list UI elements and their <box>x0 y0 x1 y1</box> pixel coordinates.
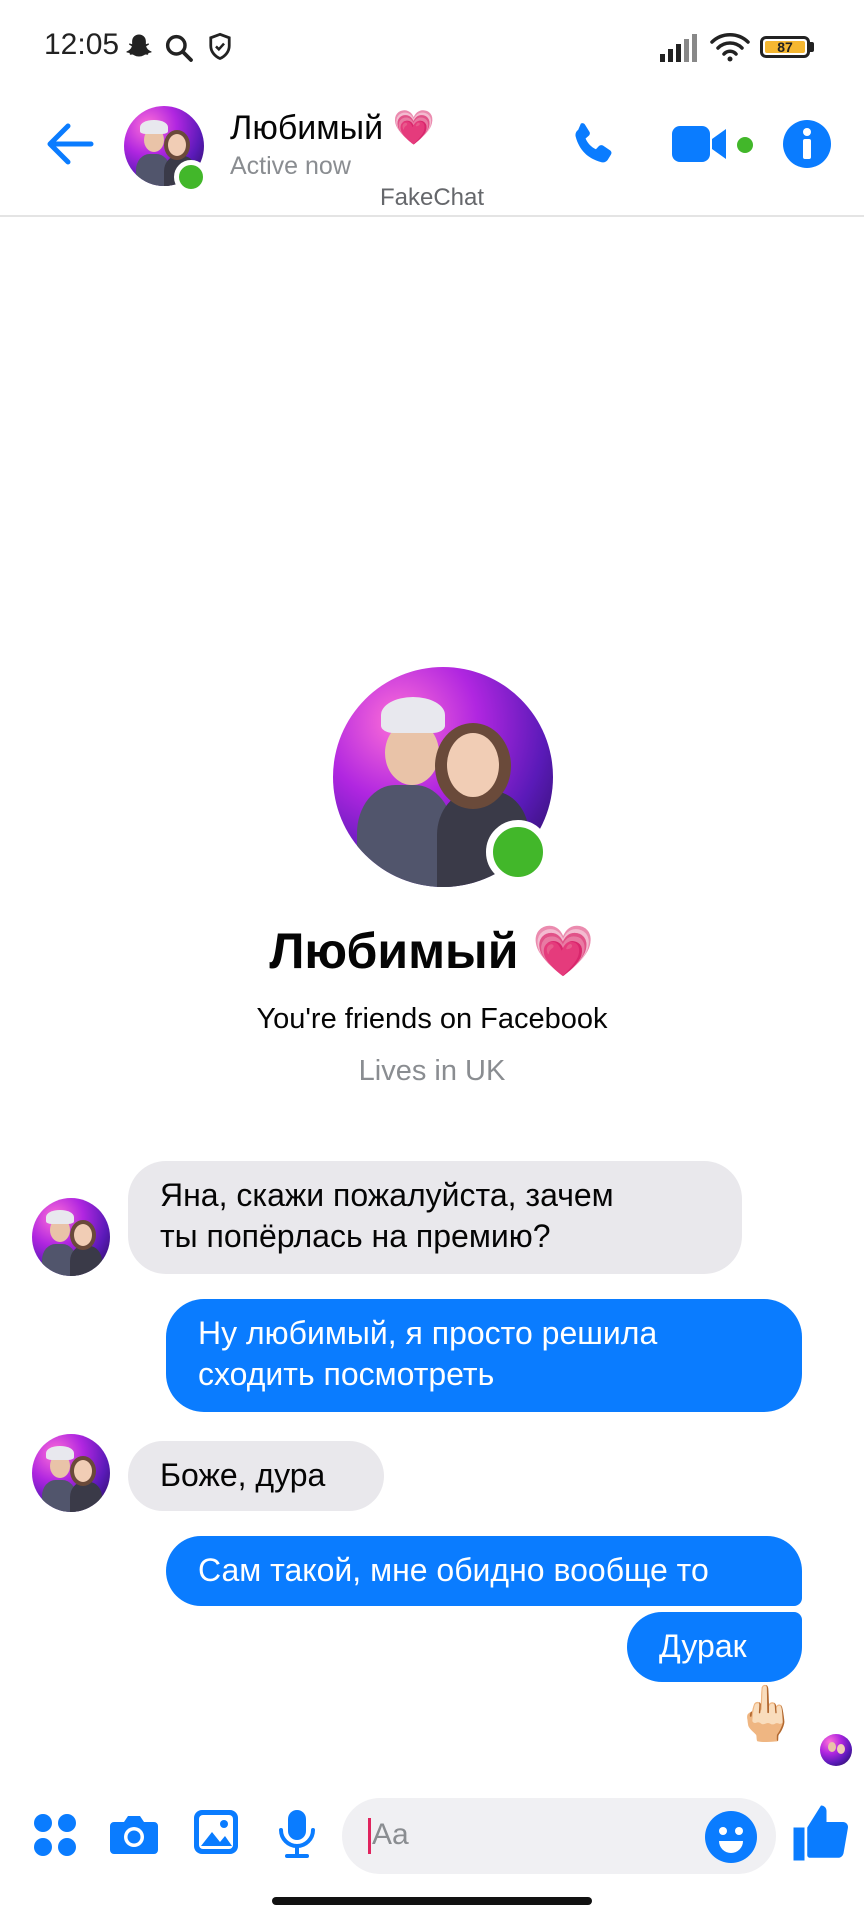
search-icon <box>165 34 193 62</box>
thumbs-up-icon[interactable] <box>788 1800 854 1866</box>
snapchat-icon <box>126 34 152 57</box>
contact-status: Active now <box>230 152 351 180</box>
profile-name: Любимый 💗 <box>269 923 595 979</box>
message-bubble-outgoing[interactable]: Ну любимый, я просто решила сходить посм… <box>166 1299 802 1412</box>
info-icon[interactable] <box>782 119 832 169</box>
message-bubble-outgoing[interactable]: Сам такой, мне обидно вообще то <box>166 1536 802 1606</box>
seen-receipt-avatar <box>820 1734 852 1766</box>
video-camera-icon[interactable] <box>670 120 734 168</box>
message-bubble-incoming[interactable]: Боже, дура <box>128 1441 384 1511</box>
sticker-emoji[interactable]: 🖕🏻 <box>732 1684 799 1744</box>
signal-icon <box>660 34 697 62</box>
message-text-line: Яна, скажи пожалуйста, зачем <box>160 1177 614 1213</box>
menu-dots-icon[interactable] <box>32 1812 78 1858</box>
microphone-icon[interactable] <box>276 1808 318 1860</box>
battery-level: 87 <box>765 40 805 54</box>
home-indicator <box>272 1897 592 1905</box>
contact-name[interactable]: Любимый 💗 <box>230 108 435 148</box>
image-icon[interactable] <box>192 1808 240 1856</box>
video-active-indicator <box>737 137 753 153</box>
shield-icon <box>209 32 231 61</box>
battery-icon: 87 <box>760 36 810 58</box>
message-text-line: Ну любимый, я просто решила <box>198 1315 658 1351</box>
watermark: FakeChat <box>379 184 485 211</box>
message-text-line: Сам такой, мне обидно вообще то <box>198 1552 709 1588</box>
emoji-icon[interactable] <box>704 1810 758 1864</box>
profile-online-indicator <box>486 820 550 884</box>
message-text-line: Боже, дура <box>160 1457 326 1493</box>
header-divider <box>0 215 864 217</box>
message-text-line: ты попёрлась на премию? <box>160 1218 551 1254</box>
message-text-line: сходить посмотреть <box>198 1356 495 1392</box>
profile-location-text: Lives in UK <box>358 1055 506 1087</box>
battery-tip <box>810 42 814 52</box>
message-bubble-incoming[interactable]: Яна, скажи пожалуйста, зачем ты попёрлас… <box>128 1161 742 1274</box>
camera-icon[interactable] <box>108 1810 160 1858</box>
text-cursor <box>368 1818 371 1854</box>
profile-friends-text: You're friends on Facebook <box>256 1003 608 1035</box>
status-time: 12:05 <box>44 28 120 61</box>
phone-icon[interactable] <box>566 118 620 172</box>
message-bubble-outgoing[interactable]: Дурак <box>627 1612 802 1682</box>
message-avatar[interactable] <box>32 1434 110 1512</box>
message-avatar[interactable] <box>32 1198 110 1276</box>
wifi-icon <box>710 33 750 62</box>
message-text-line: Дурак <box>659 1628 747 1664</box>
message-input-placeholder: Aa <box>372 1818 409 1851</box>
back-arrow-icon[interactable] <box>44 120 94 168</box>
